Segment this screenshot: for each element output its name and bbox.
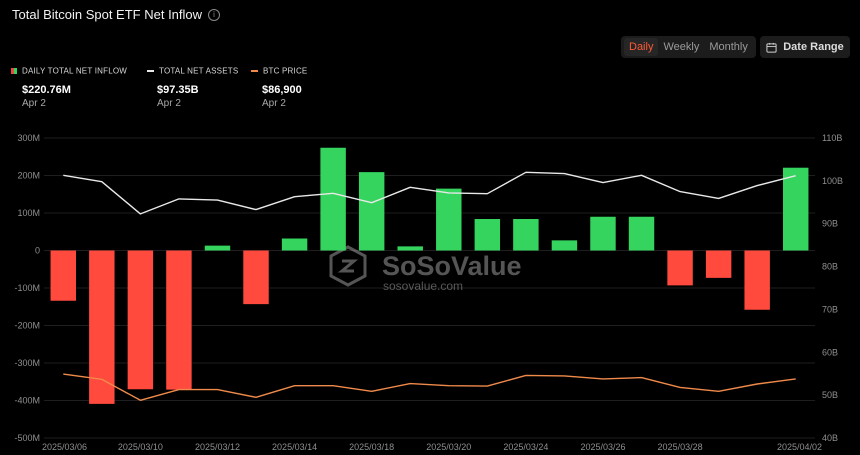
y-tick-left: 100M [17, 208, 40, 218]
inflow-bar[interactable] [474, 219, 501, 251]
inflow-bar[interactable] [358, 172, 385, 251]
y-tick-right: 80B [822, 262, 838, 272]
inflow-bar[interactable] [436, 188, 462, 251]
inflow-bar[interactable] [783, 167, 809, 251]
y-tick-right: 90B [822, 219, 838, 229]
y-tick-right: 50B [822, 390, 838, 400]
x-tick: 2025/03/14 [272, 442, 317, 452]
inflow-bar[interactable] [243, 250, 269, 305]
y-tick-right: 110B [822, 133, 842, 143]
y-tick-left: 0 [35, 246, 40, 256]
inflow-bar[interactable] [89, 250, 115, 404]
y-tick-right: 40B [822, 433, 838, 443]
watermark-url: sosovalue.com [383, 279, 463, 293]
y-tick-left: -100M [14, 283, 40, 293]
watermark-brand: SoSoValue [382, 251, 522, 281]
sosovalue-logo [329, 245, 367, 287]
y-tick-left: 200M [17, 171, 40, 181]
x-tick: 2025/03/28 [658, 442, 703, 452]
total-net-assets-line[interactable] [63, 171, 796, 215]
y-tick-left: -200M [14, 321, 40, 331]
inflow-bar[interactable] [667, 250, 693, 286]
x-tick: 2025/03/10 [118, 442, 163, 452]
x-tick: 2025/03/18 [349, 442, 394, 452]
x-tick: 2025/04/02 [777, 442, 822, 452]
inflow-bar[interactable] [397, 246, 423, 251]
inflow-bar[interactable] [628, 216, 655, 251]
x-tick: 2025/03/24 [503, 442, 548, 452]
y-tick-right: 100B [822, 176, 843, 186]
inflow-bar[interactable] [590, 216, 616, 251]
inflow-bar[interactable] [513, 219, 539, 251]
inflow-bar[interactable] [127, 250, 154, 390]
y-tick-right: 60B [822, 347, 838, 357]
inflow-bar[interactable] [744, 250, 770, 310]
y-tick-left: -400M [14, 396, 40, 406]
inflow-bar[interactable] [705, 250, 732, 278]
inflow-bar[interactable] [551, 240, 578, 251]
x-tick: 2025/03/12 [195, 442, 240, 452]
inflow-bar[interactable] [204, 245, 231, 251]
x-tick: 2025/03/26 [580, 442, 625, 452]
y-tick-left: -500M [14, 433, 40, 443]
x-tick: 2025/03/20 [426, 442, 471, 452]
inflow-chart: SoSoValue sosovalue.com 300M 200M 100M 0 -10… [14, 133, 843, 452]
y-tick-left: -300M [14, 358, 40, 368]
inflow-bar[interactable] [166, 250, 192, 390]
x-tick: 2025/03/06 [42, 442, 87, 452]
y-tick-left: 300M [17, 133, 40, 143]
y-tick-right: 70B [822, 304, 838, 314]
inflow-bar[interactable] [320, 147, 346, 251]
inflow-bar[interactable] [50, 250, 76, 301]
sosovalue-watermark: SoSoValue sosovalue.com [329, 245, 522, 293]
inflow-bar[interactable] [281, 238, 308, 251]
